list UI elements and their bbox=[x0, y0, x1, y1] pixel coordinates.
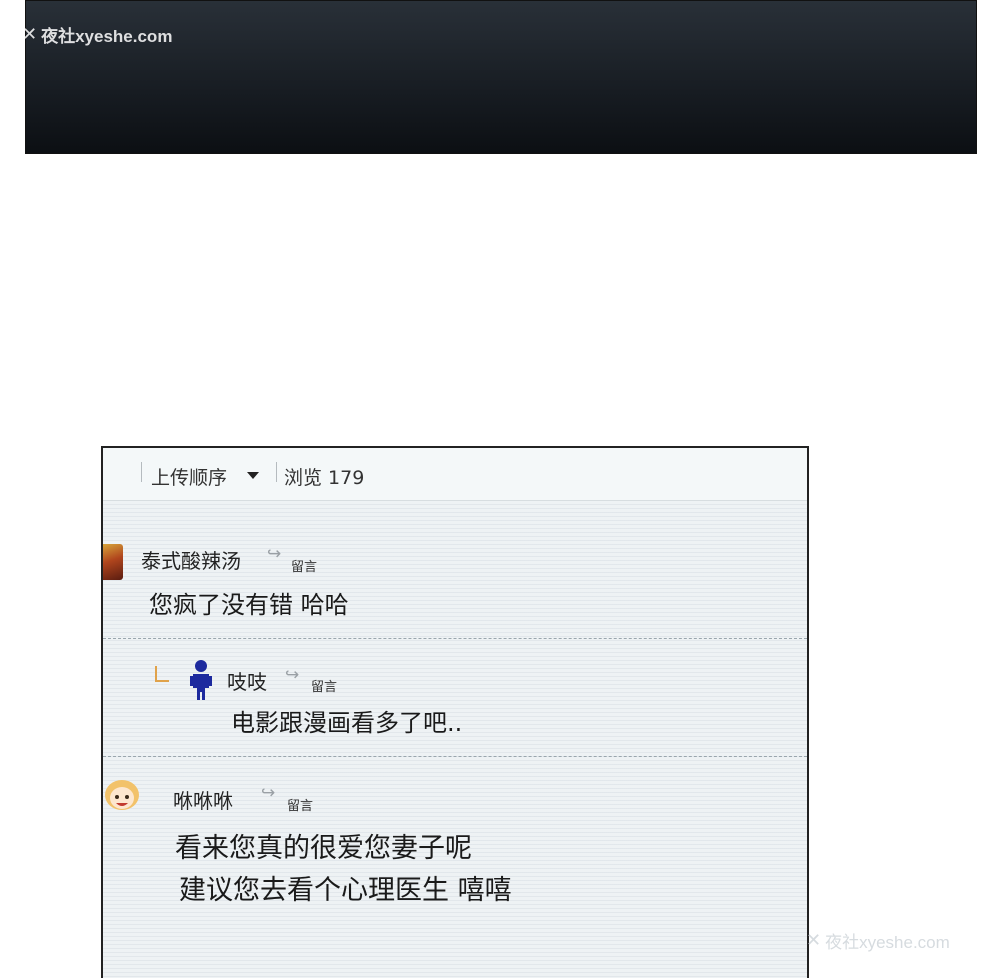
sort-order-label[interactable]: 上传顺序 bbox=[151, 463, 227, 490]
watermark-top: ✕ 夜社xyeshe.com bbox=[22, 22, 172, 47]
avatar[interactable] bbox=[187, 658, 215, 702]
reply-arrow-icon: ↪ bbox=[285, 665, 300, 685]
avatar[interactable] bbox=[103, 544, 123, 580]
reply-link[interactable]: 留言 bbox=[291, 556, 317, 575]
watermark-logo-icon: ✕ bbox=[806, 930, 822, 950]
comment-text-line: 看来您真的很爱您妻子呢 bbox=[175, 833, 472, 864]
comment-divider bbox=[103, 756, 807, 757]
comment-username[interactable]: 吱吱 bbox=[227, 666, 267, 695]
chevron-down-icon[interactable] bbox=[247, 472, 259, 479]
reply-arrow-icon: ↪ bbox=[261, 783, 276, 803]
comment-toolbar: 上传顺序 浏览 179 bbox=[103, 448, 807, 501]
watermark-bottom: ✕ 夜社xyeshe.com bbox=[806, 928, 950, 953]
view-count: 浏览 179 bbox=[284, 467, 365, 489]
reply-link[interactable]: 留言 bbox=[287, 795, 313, 814]
toolbar-separator bbox=[141, 462, 142, 482]
watermark-text: 夜社xyeshe.com bbox=[825, 933, 950, 952]
comment-text-line: 建议您去看个心理医生 嘻嘻 bbox=[179, 875, 512, 906]
watermark-logo-icon: ✕ bbox=[22, 24, 38, 44]
avatar[interactable] bbox=[103, 778, 141, 812]
comment-text: 您疯了没有错 哈哈 bbox=[149, 591, 349, 619]
comment-panel: 上传顺序 浏览 179 泰式酸辣汤 ↪ 留言 您疯了没有错 哈哈 吱吱 ↪ 留言… bbox=[101, 446, 809, 978]
reply-link[interactable]: 留言 bbox=[311, 676, 337, 695]
comment-username[interactable]: 咻咻咻 bbox=[173, 785, 233, 814]
toolbar-separator bbox=[276, 462, 277, 482]
watermark-text: 夜社xyeshe.com bbox=[41, 27, 173, 46]
reply-arrow-icon: ↪ bbox=[267, 544, 282, 564]
reply-indent-icon bbox=[155, 666, 169, 682]
comment-username[interactable]: 泰式酸辣汤 bbox=[141, 545, 241, 574]
comment-divider bbox=[103, 638, 807, 639]
comment-text: 电影跟漫画看多了吧.. bbox=[231, 709, 463, 737]
